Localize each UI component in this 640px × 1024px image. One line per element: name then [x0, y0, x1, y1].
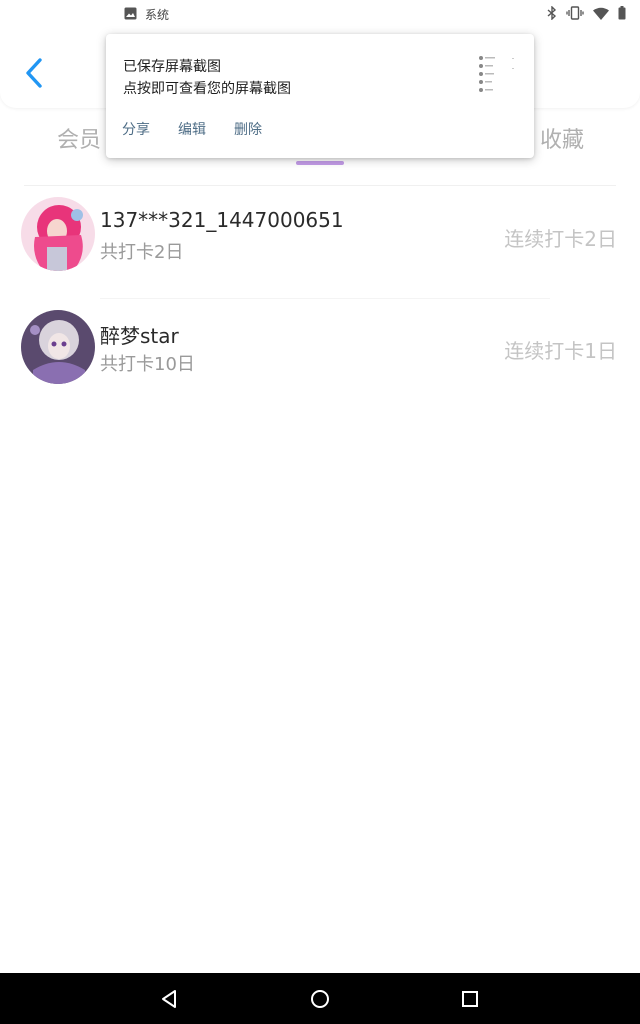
- share-button[interactable]: 分享: [122, 119, 150, 139]
- notification-actions: 分享 编辑 删除: [122, 119, 262, 139]
- recents-square-icon: [462, 991, 478, 1007]
- total-checkin: 共打卡2日: [100, 242, 184, 263]
- status-icons: [547, 5, 626, 24]
- notification-title: 已保存屏幕截图: [123, 59, 221, 75]
- wifi-icon: [593, 5, 609, 24]
- chevron-left-icon: [26, 58, 42, 88]
- image-icon: [124, 5, 137, 24]
- notification-subtitle: 点按即可查看您的屏幕截图: [123, 81, 291, 97]
- tab-members[interactable]: 会员: [57, 122, 101, 154]
- screenshot-thumbnail[interactable]: [476, 54, 518, 94]
- streak-checkin: 连续打卡2日: [504, 227, 617, 251]
- nav-back-button[interactable]: [157, 986, 183, 1012]
- delete-button[interactable]: 删除: [234, 119, 262, 139]
- streak-checkin: 连续打卡1日: [504, 339, 617, 363]
- home-circle-icon: [311, 990, 329, 1008]
- list-item[interactable]: 137***321_1447000651 共打卡2日 连续打卡2日: [0, 186, 640, 298]
- nav-home-button[interactable]: [307, 986, 333, 1012]
- list-item[interactable]: 醉梦star 共打卡10日 连续打卡1日: [0, 298, 640, 410]
- bluetooth-icon: [547, 5, 557, 24]
- member-name: 醉梦star: [100, 324, 179, 348]
- vibrate-icon: [566, 5, 584, 24]
- total-checkin: 共打卡10日: [100, 354, 195, 375]
- navigation-bar: [0, 973, 640, 1024]
- status-bar: 系统: [0, 0, 640, 26]
- back-triangle-icon: [162, 990, 176, 1008]
- battery-icon: [618, 5, 626, 24]
- checkin-list: 137***321_1447000651 共打卡2日 连续打卡2日 醉梦star…: [0, 186, 640, 410]
- member-name: 137***321_1447000651: [100, 208, 344, 232]
- avatar[interactable]: [21, 310, 95, 384]
- back-button[interactable]: [20, 54, 50, 94]
- tab-favorites[interactable]: 收藏: [540, 122, 584, 154]
- edit-button[interactable]: 编辑: [178, 119, 206, 139]
- avatar[interactable]: [21, 197, 95, 271]
- screenshot-notification[interactable]: 已保存屏幕截图 点按即可查看您的屏幕截图 分享 编辑 删除: [106, 34, 534, 158]
- tab-active-indicator: [296, 161, 344, 165]
- status-app-label: 系统: [145, 8, 170, 22]
- status-notifications: 系统: [124, 5, 169, 24]
- nav-recents-button[interactable]: [457, 986, 483, 1012]
